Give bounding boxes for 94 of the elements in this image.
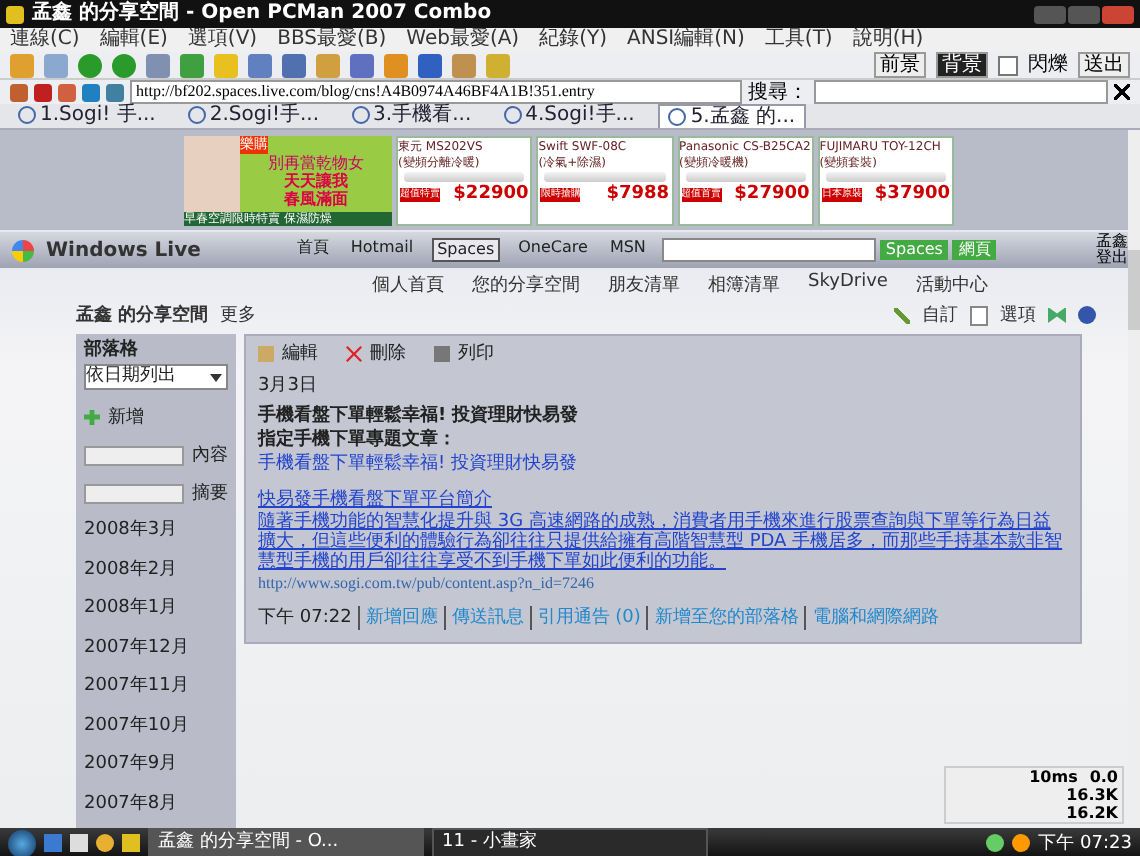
browser-tab[interactable]: 4.Sogi!手... [495, 104, 643, 126]
archive-link[interactable]: 2007年8月 [84, 785, 228, 824]
post-time: 下午 07:22 [258, 606, 352, 630]
checkbox-label: 閃爍 [1028, 54, 1068, 76]
browser-tab[interactable]: 5.孟鑫 的... [658, 104, 806, 128]
menu-item[interactable]: 紀錄(Y) [539, 28, 608, 52]
pen-icon [894, 307, 910, 323]
article-link[interactable]: 快易發手機看盤下單平台簡介 [258, 488, 1068, 512]
more-link[interactable]: 更多 [220, 302, 257, 328]
close-button[interactable] [1102, 5, 1134, 23]
menu-item[interactable]: BBS最愛(B) [277, 28, 387, 52]
post-body[interactable]: 隨著手機功能的智慧化提升與 3G 高速網路的成熟，消費者用手機來進行股票查詢與下單等行為日益擴大，但這些便利的體驗行為卻往往只提供給擁有高階智慧型 PDA 手機居多，而那些手持基本款非智慧型手機的用戶卻往往享受不到手機下單如此便利的功能。 [258, 512, 1068, 572]
archive-link[interactable]: 2007年11月 [84, 668, 228, 707]
menu-item[interactable]: 連線(C) [10, 28, 80, 52]
maximize-button[interactable] [1068, 5, 1100, 23]
product-price: $27900 [734, 184, 810, 204]
windows-logo-icon [12, 239, 34, 261]
promo-headline: 別再當乾物女 [268, 154, 364, 172]
back-icon[interactable] [78, 53, 102, 77]
sidebar-title: 部落格 [84, 338, 140, 362]
taskbar-button[interactable]: 11 - 小畫家 [432, 828, 708, 856]
nav-link[interactable]: 首頁 [292, 238, 333, 262]
product-price: $37900 [874, 184, 950, 204]
archive-link[interactable]: 2008年3月 [84, 512, 228, 551]
menu-item[interactable]: 工具(T) [764, 28, 833, 52]
archive-link[interactable]: 2008年2月 [84, 551, 228, 590]
cross-icon [346, 346, 362, 362]
nav-link[interactable]: 相簿清單 [708, 272, 781, 300]
minimize-button[interactable] [1034, 5, 1066, 23]
nav-link[interactable]: Hotmail [346, 238, 418, 262]
user-name[interactable]: 孟鑫 [1096, 234, 1128, 250]
taskbar-button[interactable]: 孟鑫 的分享空間 - O... [148, 828, 424, 856]
meter-reading: 0.0 [1089, 768, 1118, 786]
browser-tab[interactable]: 3.手機看... [343, 104, 480, 126]
customize-link[interactable]: 自訂 [922, 302, 958, 328]
menu-item[interactable]: 說明(H) [852, 28, 924, 52]
nav-link[interactable]: 朋友清單 [608, 272, 681, 300]
color-button[interactable]: 背景 [936, 52, 988, 78]
sidebar-link[interactable]: 內容 [192, 442, 228, 468]
send-button[interactable]: 送出 [1078, 52, 1130, 78]
archive-link[interactable]: 2007年10月 [84, 707, 228, 746]
sort-dropdown[interactable]: 依日期列出 [84, 364, 228, 390]
help-icon[interactable] [1078, 306, 1096, 324]
article-link[interactable]: 手機看盤下單輕鬆幸福! 投資理財快易發 [258, 452, 1068, 476]
checkbox[interactable] [998, 55, 1018, 75]
archive-link[interactable]: 2008年1月 [84, 590, 228, 629]
archive-link[interactable]: 2007年12月 [84, 629, 228, 668]
post-action[interactable]: 編輯 [282, 342, 318, 366]
upload-reading: 16.2K [1066, 804, 1118, 822]
color-button[interactable]: 前景 [874, 52, 926, 78]
search-field[interactable] [661, 238, 876, 262]
post-date: 3月3日 [258, 374, 319, 398]
menu-item[interactable]: ANSI編輯(N) [627, 28, 745, 52]
post-action[interactable]: 刪除 [370, 342, 406, 366]
url-link[interactable]: http://www.sogi.com.tw/pub/content.asp?n_id=7246 [258, 572, 1068, 596]
brand-name: Windows Live [46, 239, 201, 261]
ping-reading: 10ms [1029, 768, 1078, 786]
sign-out-link[interactable]: 登出 [1096, 250, 1128, 266]
sidebar-link[interactable]: 摘要 [192, 480, 228, 506]
options-link[interactable]: 選項 [1000, 302, 1036, 328]
nav-link[interactable]: 您的分享空間 [472, 272, 581, 300]
search-field[interactable] [814, 80, 1108, 104]
caret-icon[interactable] [210, 373, 222, 381]
product-price: $7988 [606, 184, 669, 204]
nav-link[interactable]: OneCare [514, 238, 592, 262]
download-reading: 16.3K [1066, 786, 1118, 804]
sidebar-link[interactable]: 新增 [108, 404, 144, 430]
cross-icon[interactable] [1048, 307, 1066, 323]
address-field[interactable]: http://bf202.spaces.live.com/blog/cns!A4B0974A46BF4A1B!351.entry [130, 80, 742, 104]
nav-link[interactable]: 活動中心 [915, 272, 988, 300]
post-action[interactable]: 列印 [458, 342, 494, 366]
close-icon[interactable] [1114, 84, 1130, 100]
archive-link[interactable]: 2007年9月 [84, 746, 228, 785]
start-button[interactable] [8, 829, 36, 856]
promo-slogan: 春風滿面 [284, 190, 348, 208]
clock[interactable]: 下午 07:23 [1038, 830, 1132, 856]
nav-link[interactable]: SkyDrive [808, 272, 888, 300]
post-subtitle: 指定手機下單專題文章： [258, 428, 458, 452]
window-title: 孟鑫 的分享空間 - Open PCMan 2007 Combo [32, 0, 494, 27]
forward-icon[interactable] [112, 53, 136, 77]
menu-item[interactable]: 選項(V) [187, 28, 258, 52]
menu-item[interactable]: 編輯(E) [99, 28, 168, 52]
menu-item[interactable]: Web最愛(A) [406, 28, 520, 52]
post-title: 手機看盤下單輕鬆幸福! 投資理財快易發 [258, 404, 581, 428]
nav-link[interactable]: Spaces [431, 238, 501, 262]
plus-icon [84, 409, 100, 425]
product-price: $22900 [453, 184, 529, 204]
promo-slogan: 天天讓我 [284, 172, 348, 190]
nav-link[interactable]: MSN [605, 238, 650, 262]
browser-tab[interactable]: 1.Sogi! 手... [10, 104, 164, 126]
nav-link[interactable]: 個人首頁 [372, 272, 445, 300]
browser-tab[interactable]: 2.Sogi!手... [179, 104, 328, 126]
search-label: 搜尋： [748, 81, 808, 103]
space-title[interactable]: 孟鑫 的分享空間 [76, 302, 209, 328]
